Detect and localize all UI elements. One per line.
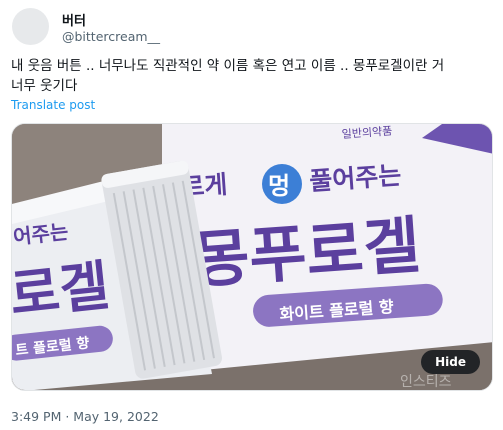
tweet-text: 내 웃음 버튼 .. 너무나도 직관적인 약 이름 혹은 연고 이름 .. 몽푸…: [11, 56, 493, 96]
tweet-media-image[interactable]: 일반의약품 르게 멍 풀어주는 몽푸로겔 화이트 플로럴 향 어주는 로겔 트 …: [11, 123, 493, 391]
avatar[interactable]: [12, 8, 49, 45]
watermark-text: 인스티즈: [400, 374, 452, 390]
ointment-photo: 일반의약품 르게 멍 풀어주는 몽푸로겔 화이트 플로럴 향 어주는 로겔 트 …: [12, 124, 492, 390]
tube-brand: 로겔: [12, 254, 112, 327]
slogan-badge-text: 멍: [268, 172, 290, 200]
tweet-text-line-2: 너무 웃기다: [11, 78, 78, 94]
hide-button[interactable]: Hide: [421, 350, 480, 374]
tweet-text-line-1: 내 웃음 버튼 .. 너무나도 직관적인 약 이름 혹은 연고 이름 .. 몽푸…: [11, 58, 445, 74]
post-timestamp[interactable]: 3:49 PM · May 19, 2022: [11, 409, 159, 424]
display-name[interactable]: 버터: [62, 10, 86, 29]
user-handle[interactable]: @bittercream__: [62, 29, 160, 44]
translate-post-link[interactable]: Translate post: [11, 98, 95, 112]
